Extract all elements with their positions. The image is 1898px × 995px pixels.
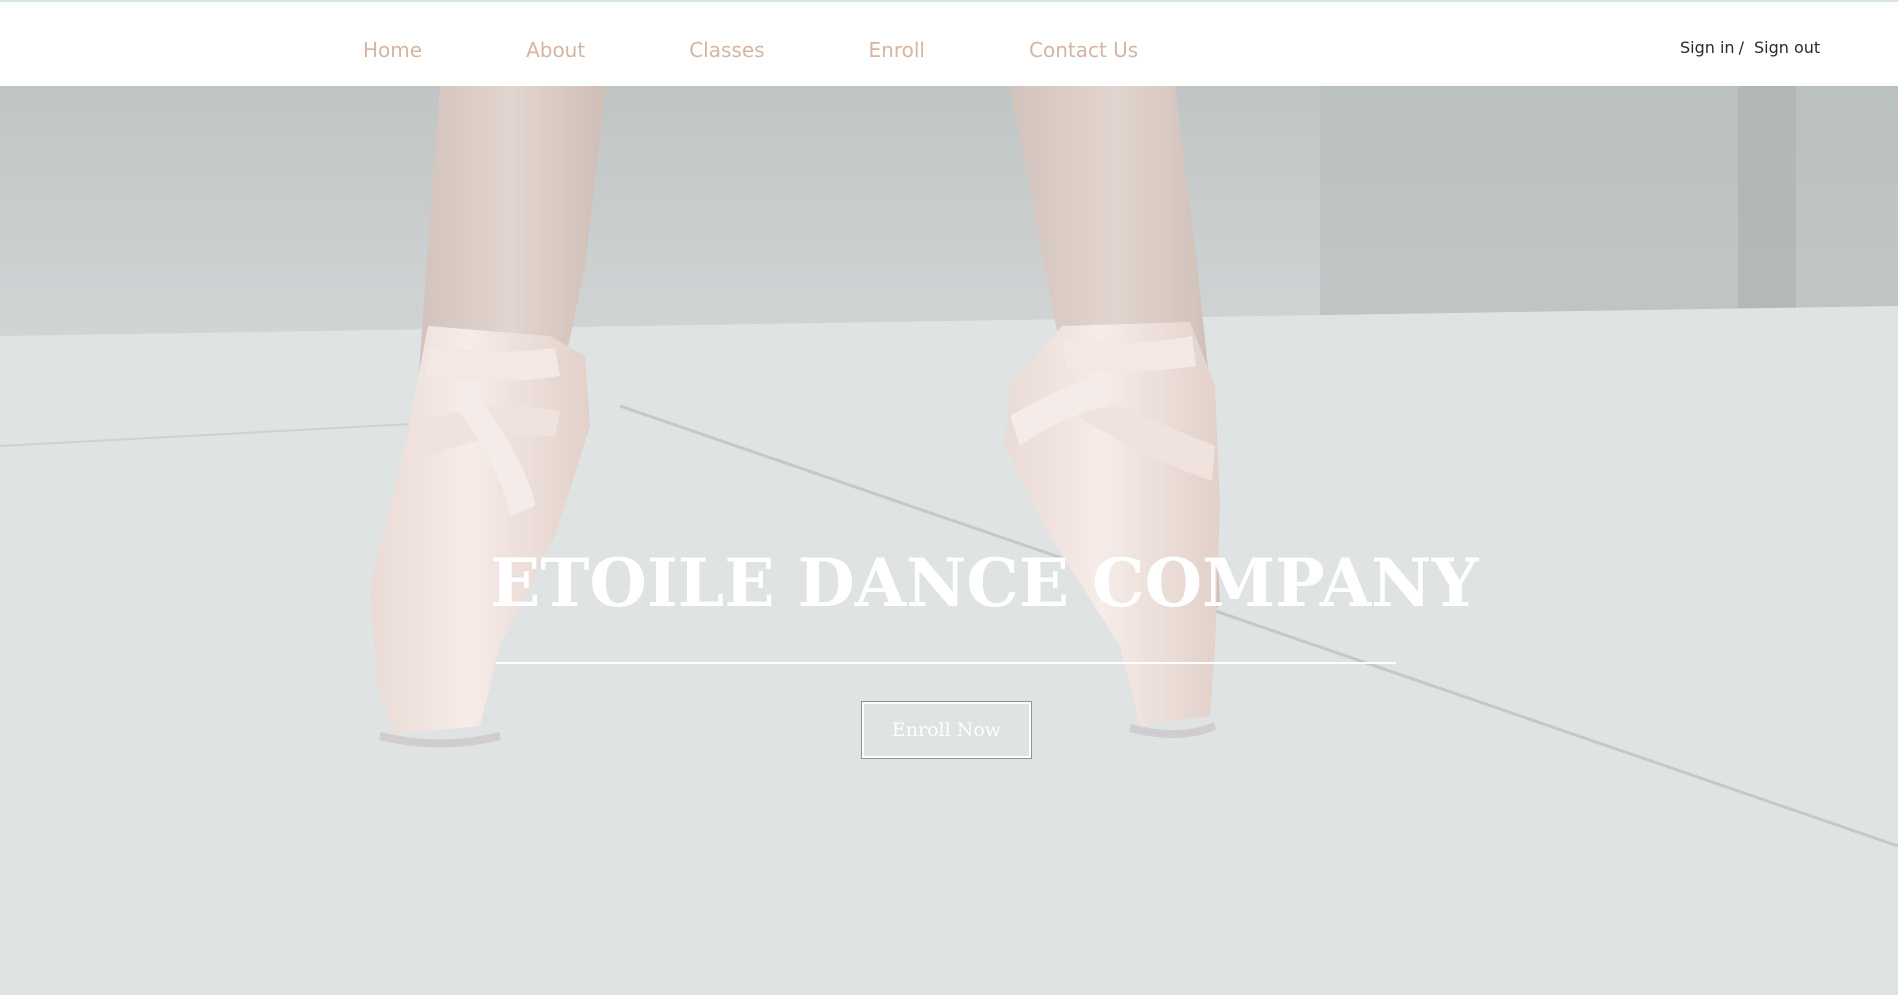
nav-link-home[interactable]: Home — [363, 38, 422, 62]
nav-link-classes[interactable]: Classes — [689, 38, 764, 62]
hero-title: ETOILE DANCE COMPANY — [490, 544, 1479, 622]
nav-link-contact-us[interactable]: Contact Us — [1029, 38, 1138, 62]
auth-links: Sign in / Sign out — [1680, 38, 1820, 57]
navbar: Home About Classes Enroll Contact Us Sig… — [0, 2, 1898, 86]
auth-separator: / — [1738, 38, 1744, 57]
nav-link-about[interactable]: About — [526, 38, 585, 62]
nav-link-enroll[interactable]: Enroll — [869, 38, 925, 62]
main-nav: Home About Classes Enroll Contact Us — [363, 38, 1138, 62]
hero-background-image — [0, 86, 1898, 995]
hero-section: ETOILE DANCE COMPANY Enroll Now — [0, 86, 1898, 995]
hero-divider — [496, 662, 1396, 664]
sign-in-link[interactable]: Sign in — [1680, 38, 1735, 57]
enroll-now-button[interactable]: Enroll Now — [861, 701, 1032, 759]
hero-overlay — [0, 86, 1898, 995]
sign-out-link[interactable]: Sign out — [1754, 38, 1820, 57]
